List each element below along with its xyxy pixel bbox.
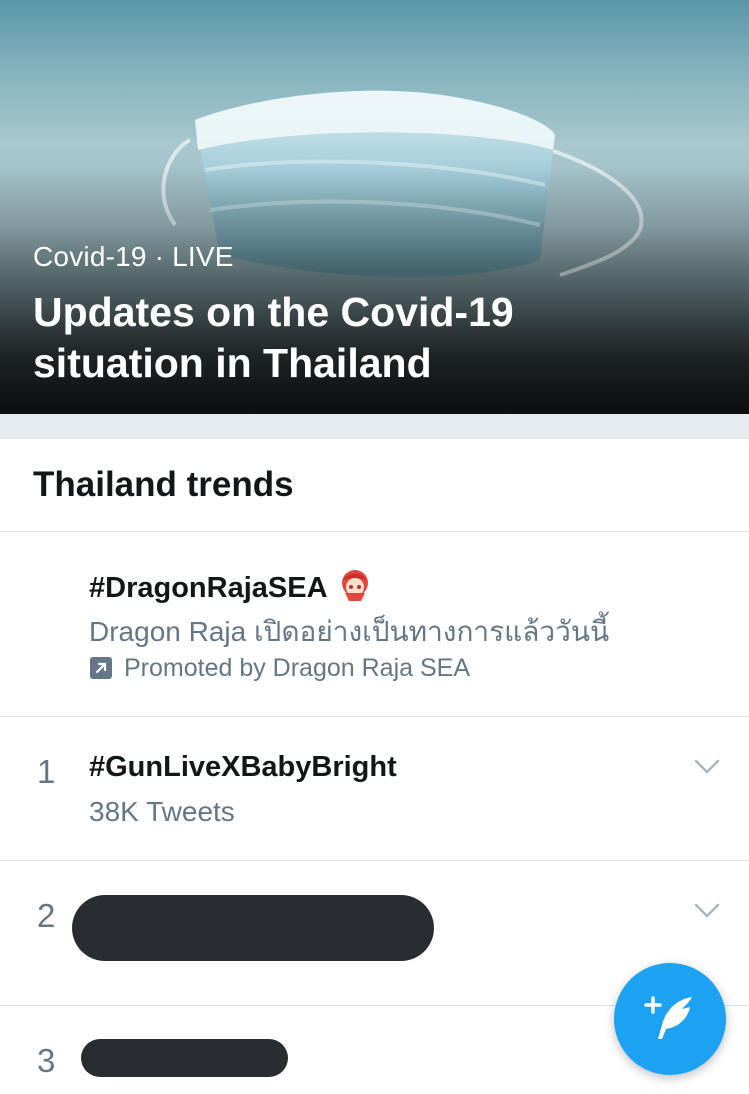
hero-meta: Covid-19 · LIVE xyxy=(33,241,234,273)
event-hero-card[interactable]: Covid-19 · LIVE Updates on the Covid-19 … xyxy=(0,0,749,414)
promoted-trend-row[interactable]: #DragonRajaSEA Dragon Raja เปิดอย่างเป็น… xyxy=(0,532,749,717)
trend-rank: 2 xyxy=(37,897,56,934)
trend-rank: 3 xyxy=(37,1042,56,1079)
trend-rank: 1 xyxy=(37,753,56,790)
redaction-bar xyxy=(81,1039,288,1077)
dragon-raja-character-icon xyxy=(341,570,368,601)
trends-header: Thailand trends xyxy=(0,439,749,532)
hero-live-label: LIVE xyxy=(172,241,234,272)
trend-row[interactable]: 1 #GunLiveXBabyBright 38K Tweets xyxy=(0,717,749,861)
chevron-down-icon[interactable] xyxy=(694,759,720,775)
trend-tweet-count: 38K Tweets xyxy=(89,796,235,827)
promoted-trend-description: Dragon Raja เปิดอย่างเป็นทางการแล้ววันนี… xyxy=(89,616,610,647)
promoted-arrow-icon xyxy=(90,657,112,679)
compose-tweet-button[interactable] xyxy=(614,963,726,1075)
promoted-hashtag-text: #DragonRajaSEA xyxy=(89,572,327,604)
compose-tweet-icon xyxy=(644,996,692,1039)
promoted-by-label: Promoted by Dragon Raja SEA xyxy=(124,654,471,682)
trend-hashtag: #GunLiveXBabyBright xyxy=(89,751,397,783)
chevron-down-icon[interactable] xyxy=(694,903,720,919)
promoted-trend-hashtag: #DragonRajaSEA xyxy=(89,567,373,605)
hero-separator: · xyxy=(154,241,165,272)
trends-title: Thailand trends xyxy=(33,465,294,504)
section-divider xyxy=(0,414,749,439)
hero-title: Updates on the Covid-19 situation in Tha… xyxy=(33,289,514,386)
hero-category: Covid-19 xyxy=(33,241,147,272)
redaction-bar xyxy=(72,895,434,961)
